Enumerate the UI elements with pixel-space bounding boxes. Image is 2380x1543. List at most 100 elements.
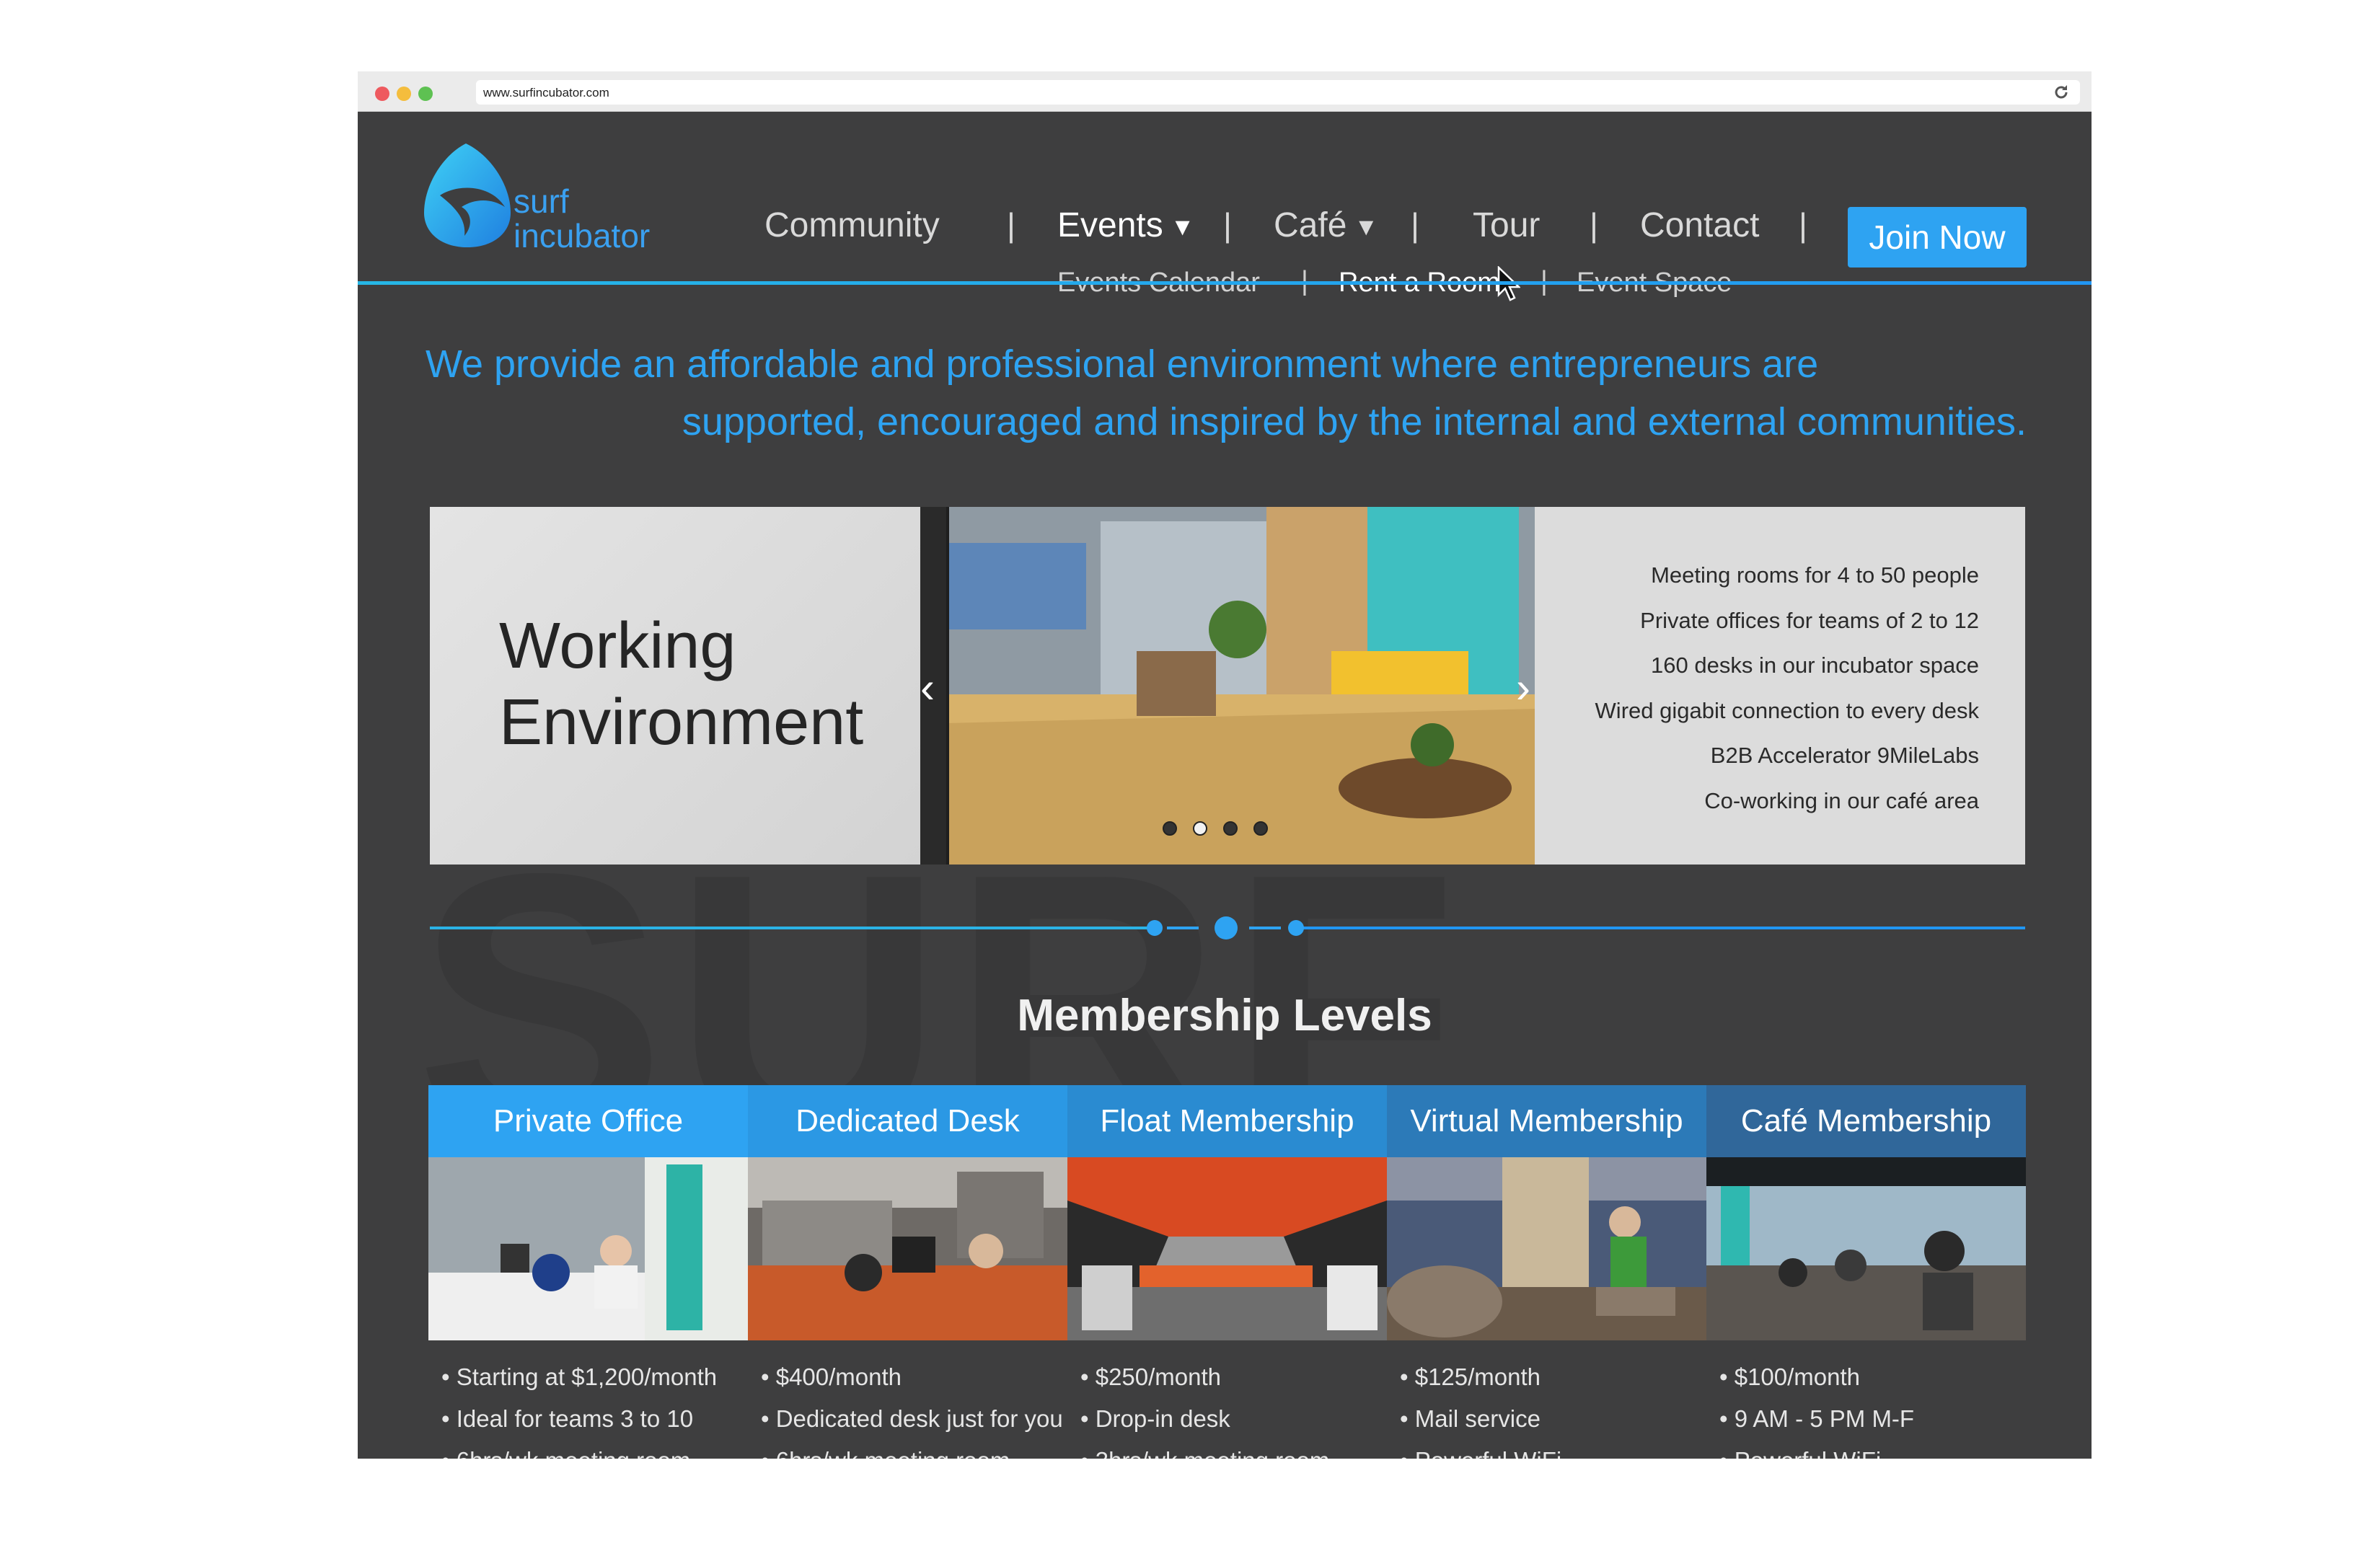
card-virtual-membership[interactable]: Virtual Membership • $125/month • Mail s… xyxy=(1387,1085,1706,1459)
carousel-left-panel: Working Environment xyxy=(430,507,920,865)
carousel-indicator-dot[interactable] xyxy=(1163,821,1177,836)
nav-separator: | xyxy=(1411,206,1419,244)
divider-dot-active[interactable] xyxy=(1215,916,1238,939)
feature-item: B2B Accelerator 9MileLabs xyxy=(1710,743,1979,768)
card-feature: • Drop-in desk xyxy=(1080,1405,1230,1432)
divider-line-segment xyxy=(1249,927,1281,929)
caret-down-icon: ▼ xyxy=(1354,213,1379,241)
nav-events-label: Events xyxy=(1057,206,1163,244)
card-features: • $125/month • Mail service • Powerful W… xyxy=(1387,1340,1706,1459)
card-features: • $100/month • 9 AM - 5 PM M-F • Powerfu… xyxy=(1706,1340,2026,1459)
feature-item: Private offices for teams of 2 to 12 xyxy=(1640,607,1979,633)
card-dedicated-desk[interactable]: Dedicated Desk • $400/month • Dedicated … xyxy=(748,1085,1067,1459)
site-header: surf incubator Community | Events ▼ | Caf… xyxy=(358,112,2092,301)
feature-list: Meeting rooms for 4 to 50 people Private… xyxy=(1595,553,1979,823)
address-bar[interactable]: www.surfincubator.com xyxy=(476,80,2080,105)
card-feature: • 6hrs/wk meeting room xyxy=(761,1440,1067,1459)
divider-line-segment xyxy=(1167,927,1199,929)
card-feature: • 3hrs/wk meeting room xyxy=(1080,1440,1387,1459)
mission-line-2: supported, encouraged and inspired by th… xyxy=(682,400,2027,443)
mission-statement: We provide an affordable and professiona… xyxy=(426,335,2027,451)
carousel-title: Working Environment xyxy=(499,608,863,761)
nav-cafe[interactable]: Café ▼ xyxy=(1274,205,1378,245)
divider-line-left xyxy=(430,927,1151,929)
card-feature: • Dedicated desk just for you xyxy=(761,1405,1063,1432)
card-features: • Starting at $1,200/month • Ideal for t… xyxy=(428,1340,748,1459)
maximize-window-button[interactable] xyxy=(418,87,433,101)
card-feature: • $100/month xyxy=(1719,1363,1861,1390)
card-feature: • 9 AM - 5 PM M-F xyxy=(1719,1405,1915,1432)
logo-wordmark: surf incubator xyxy=(514,184,650,253)
page: SURF surf incubator Community | Events ▼… xyxy=(358,112,2092,1459)
carousel-next-arrow[interactable]: › xyxy=(1516,663,1530,712)
reload-icon[interactable] xyxy=(2053,84,2070,101)
membership-cards: Private Office • Starting at $1,200/mont… xyxy=(428,1085,2027,1459)
nav-cafe-label: Café xyxy=(1274,206,1347,244)
card-title: Dedicated Desk xyxy=(748,1085,1067,1157)
feature-item: Meeting rooms for 4 to 50 people xyxy=(1651,562,1979,588)
card-feature: • $125/month xyxy=(1400,1363,1541,1390)
nav-separator: | xyxy=(1007,206,1015,244)
card-feature: • Mail service xyxy=(1400,1405,1541,1432)
card-feature: • $400/month xyxy=(761,1363,902,1390)
divider-dot[interactable] xyxy=(1288,920,1304,936)
browser-window: www.surfincubator.com SURF surf incubato… xyxy=(358,71,2092,1459)
card-title: Virtual Membership xyxy=(1387,1085,1706,1157)
nav-separator: | xyxy=(1223,206,1232,244)
carousel-photo: ‹ › xyxy=(920,507,1535,865)
carousel-indicator-dot[interactable] xyxy=(1253,821,1268,836)
browser-chrome: www.surfincubator.com xyxy=(358,71,2092,112)
nav-contact[interactable]: Contact xyxy=(1640,205,1759,245)
feature-item: 160 desks in our incubator space xyxy=(1651,653,1979,678)
card-features: • $250/month • Drop-in desk • 3hrs/wk me… xyxy=(1067,1340,1387,1459)
url-text: www.surfincubator.com xyxy=(483,86,609,100)
carousel-title-line-1: Working xyxy=(499,610,736,682)
nav-separator: | xyxy=(1590,206,1598,244)
card-feature: • Starting at $1,200/month xyxy=(441,1363,718,1390)
divider-dot[interactable] xyxy=(1147,920,1163,936)
feature-item: Wired gigabit connection to every desk xyxy=(1595,697,1979,723)
carousel-indicator-dot[interactable] xyxy=(1223,821,1238,836)
card-feature: • Ideal for teams 3 to 10 xyxy=(441,1405,694,1432)
membership-title: Membership Levels xyxy=(1017,991,1432,1040)
close-window-button[interactable] xyxy=(375,87,389,101)
nav-community[interactable]: Community xyxy=(764,205,940,245)
card-photo xyxy=(1387,1157,1706,1340)
card-feature: • $250/month xyxy=(1080,1363,1222,1390)
divider-line-right xyxy=(1303,927,2025,929)
card-feature: • Powerful WiFi xyxy=(1400,1440,1706,1459)
logo-line-2: incubator xyxy=(514,217,651,255)
carousel-right-panel: Meeting rooms for 4 to 50 people Private… xyxy=(1535,507,2025,865)
card-private-office[interactable]: Private Office • Starting at $1,200/mont… xyxy=(428,1085,748,1459)
card-photo xyxy=(1706,1157,2026,1340)
carousel: Working Environment ‹ › Meeting rooms fo… xyxy=(430,507,2025,865)
logo-drop-icon xyxy=(424,143,511,247)
nav-separator: | xyxy=(1799,206,1807,244)
card-feature: • Powerful WiFi xyxy=(1719,1440,2026,1459)
card-features: • $400/month • Dedicated desk just for y… xyxy=(748,1340,1067,1459)
card-photo xyxy=(748,1157,1067,1340)
carousel-prev-arrow[interactable]: ‹ xyxy=(920,663,935,712)
carousel-title-line-2: Environment xyxy=(499,686,864,759)
card-float-membership[interactable]: Float Membership • $250/month • Drop-in xyxy=(1067,1085,1387,1459)
card-photo xyxy=(428,1157,748,1340)
nav-events[interactable]: Events ▼ xyxy=(1057,205,1194,245)
card-cafe-membership[interactable]: Café Membership • $100/month • 9 AM - 5 … xyxy=(1706,1085,2026,1459)
card-title: Float Membership xyxy=(1067,1085,1387,1157)
card-feature: • 6hrs/wk meeting room xyxy=(441,1440,748,1459)
caret-down-icon: ▼ xyxy=(1170,213,1195,241)
logo-line-1: surf xyxy=(514,182,569,220)
card-title: Café Membership xyxy=(1706,1085,2026,1157)
mission-line-1: We provide an affordable and professiona… xyxy=(426,342,1819,386)
header-underline xyxy=(358,281,2092,285)
join-now-button[interactable]: Join Now xyxy=(1848,207,2027,268)
card-title: Private Office xyxy=(428,1085,748,1157)
card-photo xyxy=(1067,1157,1387,1340)
carousel-indicator-dot[interactable] xyxy=(1193,821,1207,836)
logo[interactable]: surf incubator xyxy=(421,141,681,253)
minimize-window-button[interactable] xyxy=(397,87,411,101)
carousel-indicators xyxy=(1163,821,1284,839)
nav-tour[interactable]: Tour xyxy=(1473,205,1540,245)
feature-item: Co-working in our café area xyxy=(1704,787,1979,813)
office-photo-image xyxy=(920,507,1535,865)
